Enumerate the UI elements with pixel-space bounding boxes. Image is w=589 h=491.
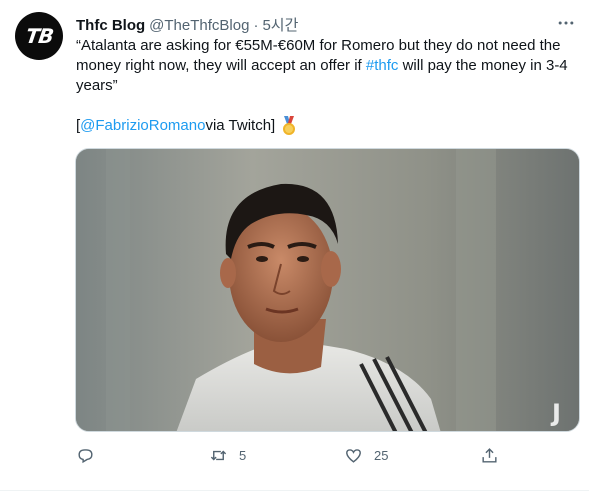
user-handle[interactable]: @TheThfcBlog [149,17,249,34]
share-icon [482,447,497,463]
heart-icon [346,448,361,463]
reply-icon [78,448,93,463]
more-button[interactable] [555,12,577,34]
share-button[interactable] [480,444,499,466]
tweet-timestamp[interactable]: 5시간 [262,14,298,35]
via-text: via Twitch] [205,117,276,134]
medal-icon [283,116,296,135]
tweet-text: “Atalanta are asking for €55M-€60M for R… [76,36,576,96]
retweet-count: 5 [239,447,247,463]
hashtag-link[interactable]: #thfc [366,57,399,74]
tweet-source-line: [@FabrizioRomano via Twitch] [76,116,298,136]
avatar-logo-text: TB [23,24,55,48]
reply-button[interactable] [76,444,106,466]
separator-dot: · [253,17,259,34]
tweet-photo[interactable]: J [75,148,580,432]
tweet-actions: 5 25 [76,444,506,466]
more-icon [558,21,574,25]
tweet-header: Thfc Blog @TheThfcBlog · 5시간 [76,14,298,34]
mention-link[interactable]: @FabrizioRomano [80,116,205,136]
display-name[interactable]: Thfc Blog [76,17,145,34]
tweet-card[interactable]: TB Thfc Blog @TheThfcBlog · 5시간 “Atalant… [0,0,589,491]
avatar[interactable]: TB [15,12,63,60]
retweet-button[interactable]: 5 [209,444,246,466]
retweet-icon [210,450,227,460]
player-photo: J [76,149,579,431]
like-button[interactable]: 25 [344,444,388,466]
like-count: 25 [374,447,389,463]
club-watermark: J [550,399,561,427]
